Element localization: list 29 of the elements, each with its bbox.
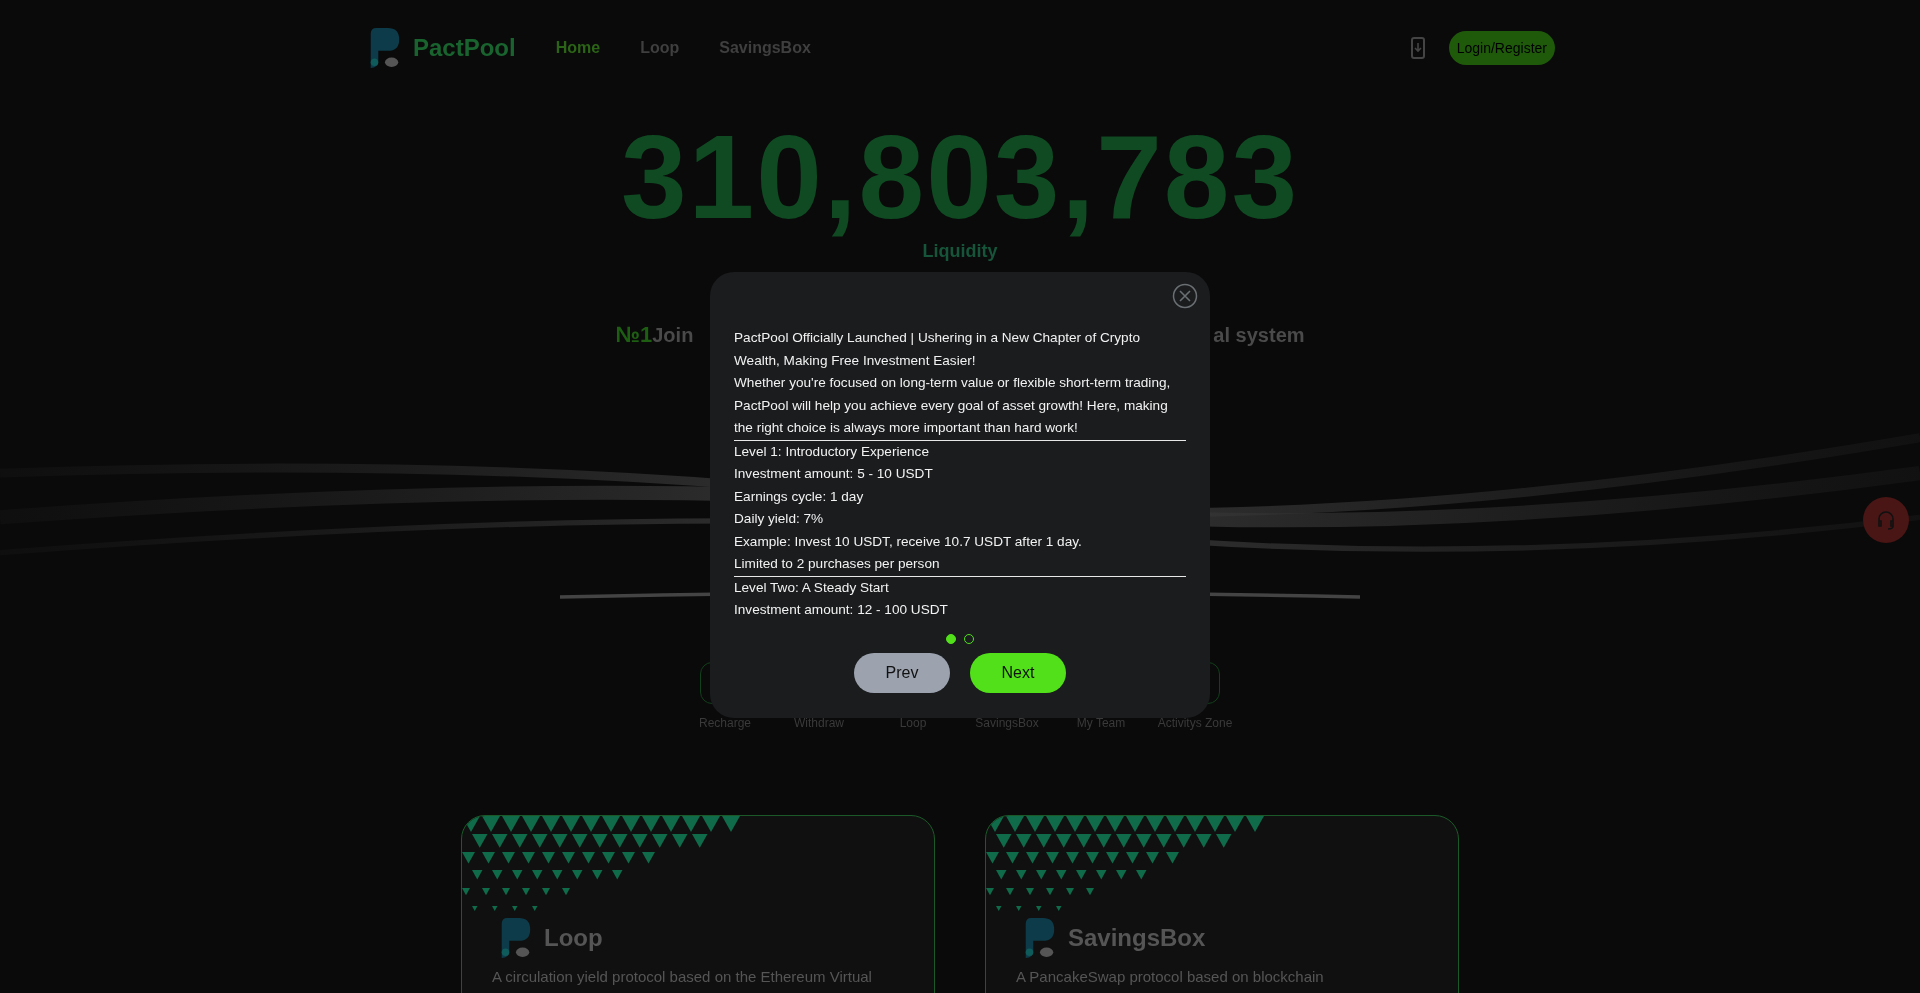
- rank-label: №1: [615, 322, 653, 349]
- announcement-text: Example: Invest 10 USDT, receive 10.7 USDT after 1 day.: [734, 532, 1083, 551]
- announcement-text: Whether you're focused on long-term value or flexible short-term trading, PactPool will help you achieve every goal of asset growth! Here, making the right choice is always more important than hard work!: [734, 372, 1186, 441]
- prev-button[interactable]: Prev: [854, 653, 950, 693]
- product-card[interactable]: SavingsBox A PancakeSwap protocol based on blockchain: [985, 815, 1459, 993]
- card-title: SavingsBox: [1068, 924, 1206, 952]
- announcement-text: Limited to 2 purchases per person: [734, 553, 1186, 577]
- next-button[interactable]: Next: [970, 653, 1066, 693]
- card-title: Loop: [544, 924, 603, 952]
- login-register-button[interactable]: Login/Register: [1448, 31, 1555, 65]
- announcement-text: Investment amount: 5 - 10 USDT: [734, 465, 934, 483]
- announcement-text: Level Two: A Steady Start: [734, 578, 890, 597]
- brand-name: PactPool: [413, 34, 516, 62]
- product-card[interactable]: Loop A circulation yield protocol based on the Ethereum Virtual: [461, 815, 935, 993]
- announcement-text: Earnings cycle: 1 day: [734, 487, 865, 506]
- announcement-text: Level 1: Introductory Experience: [734, 442, 930, 461]
- tagline-end: al system: [1213, 324, 1305, 348]
- announcement-text: PactPool Officially Launched | Ushering in a New Chapter of Crypto Wealth, Making Free Investment Easier!: [734, 329, 1141, 370]
- page-dot[interactable]: [946, 634, 956, 644]
- announcement-text: Daily yield: 7%: [734, 510, 825, 528]
- liquidity-label: Liquidity: [921, 241, 999, 263]
- liquidity-value: 310,803,783: [619, 114, 1301, 242]
- announcement-text: Investment amount: 12 - 100 USDT: [734, 601, 949, 619]
- phone-download-icon[interactable]: [1410, 37, 1425, 59]
- card-description: A circulation yield protocol based on the Ethereum Virtual: [492, 968, 873, 985]
- tagline-start: Join: [652, 324, 694, 348]
- card-description: A PancakeSwap protocol based on blockchain: [1016, 968, 1325, 985]
- close-icon[interactable]: [1172, 283, 1198, 309]
- nav-link[interactable]: Home: [555, 39, 601, 57]
